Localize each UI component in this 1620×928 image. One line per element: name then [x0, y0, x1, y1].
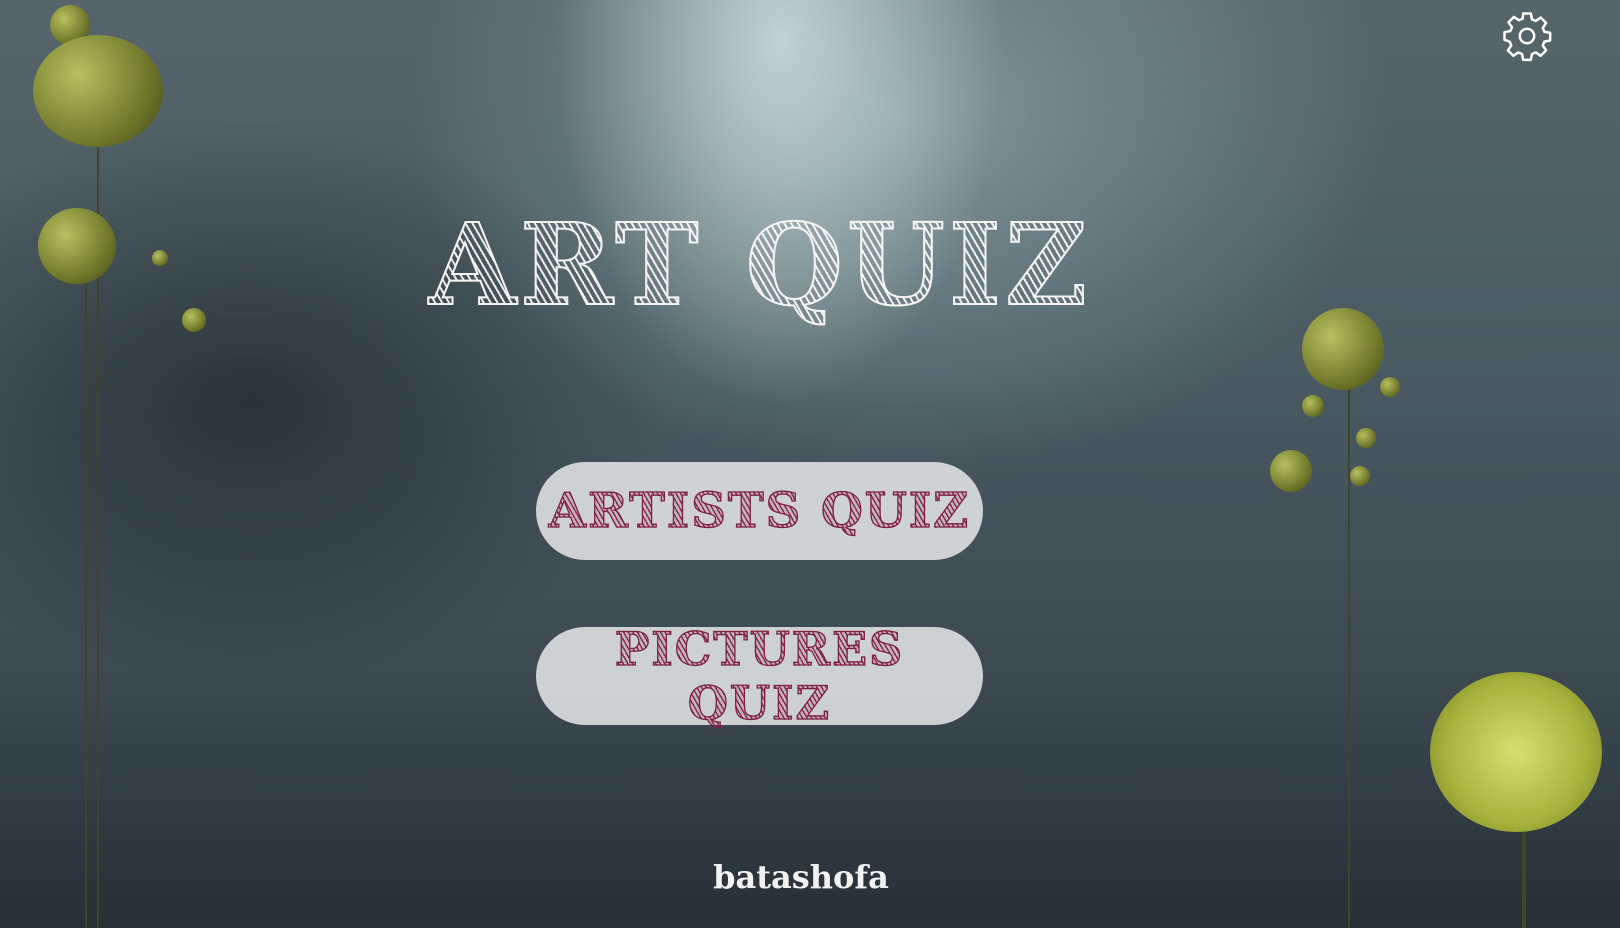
pictures-quiz-label: PICTURES QUIZ [536, 621, 983, 730]
pictures-quiz-button[interactable]: PICTURES QUIZ [536, 621, 983, 731]
author-credit: batashofa [713, 858, 889, 896]
artists-quiz-button[interactable]: ARTISTS QUIZ [536, 462, 983, 560]
artists-quiz-label: ARTISTS QUIZ [548, 482, 971, 539]
app-title: ART QUIZ [0, 199, 1520, 332]
settings-button[interactable] [1500, 9, 1554, 63]
gear-icon [1503, 12, 1552, 62]
